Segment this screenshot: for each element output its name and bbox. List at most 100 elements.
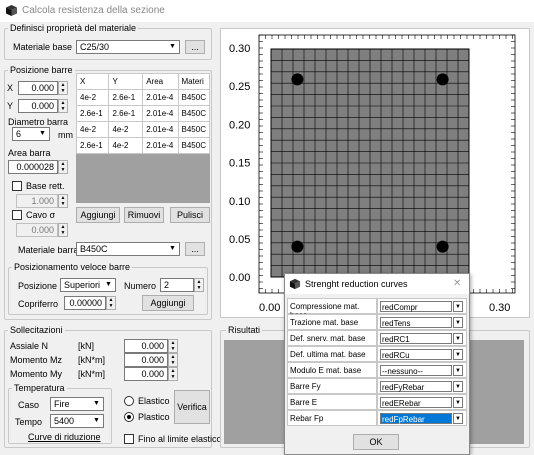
moment-mz-input[interactable]: 0.000 <box>124 353 168 367</box>
table-row[interactable]: 2.6e-1 4e-2 2.01e-4 B450C <box>76 137 210 154</box>
plastic-radio[interactable] <box>124 412 134 422</box>
dialog-row-select[interactable]: --nessuno-- ▼ <box>377 362 467 378</box>
table-cell[interactable]: 2.01e-4 <box>142 89 179 106</box>
clear-bars-button[interactable]: Pulisci <box>170 207 210 223</box>
table-cell[interactable]: 4e-2 <box>108 137 144 154</box>
base-rett-label: Base rett. <box>26 181 65 191</box>
column-header-area[interactable]: Area <box>142 73 179 90</box>
column-header-y[interactable]: Y <box>108 73 144 90</box>
dialog-row-select[interactable]: redFpRebar ▼ <box>377 410 467 426</box>
table-cell[interactable]: 2.6e-1 <box>108 105 144 122</box>
cover-spinner[interactable]: ▲ ▼ <box>106 296 116 310</box>
y-spinner[interactable]: ▲ ▼ <box>58 99 68 113</box>
bars-table-container[interactable]: X Y Area Materi 4e-2 2.6e-1 2.01e-4 B450… <box>76 73 210 203</box>
y-tick-label: 0.05 <box>229 234 250 246</box>
table-row[interactable]: 4e-2 2.6e-1 2.01e-4 B450C <box>76 89 210 106</box>
reduction-curves-link[interactable]: Curve di riduzione <box>28 432 101 442</box>
base-material-select[interactable]: C25/30 ▼ <box>76 40 180 54</box>
y-tick-label: 0.20 <box>229 119 250 131</box>
dialog-row-select[interactable]: redTens ▼ <box>377 314 467 330</box>
rebar-marker <box>291 73 304 86</box>
cavo-input[interactable]: 0.000 <box>16 223 58 237</box>
number-label: Numero <box>124 281 157 291</box>
bar-material-browse-button[interactable]: ... <box>185 242 205 256</box>
y-input[interactable]: 0.000 <box>18 99 58 113</box>
column-header-material[interactable]: Materi <box>177 73 210 90</box>
x-label: X <box>7 83 14 93</box>
dialog-row-select[interactable]: redERebar ▼ <box>377 394 467 410</box>
dialog-row-label: Def. ultima mat. base <box>287 346 377 362</box>
temperature-group-label: Temperatura <box>12 383 67 393</box>
case-select[interactable]: Fire ▼ <box>50 397 104 411</box>
case-value: Fire <box>54 399 70 409</box>
bar-area-input[interactable]: 0.000028 <box>8 160 58 174</box>
bar-diameter-select[interactable]: 6 ▼ <box>12 127 50 141</box>
chevron-down-icon: ▼ <box>453 317 463 328</box>
table-cell[interactable]: 2.01e-4 <box>142 105 179 122</box>
table-cell[interactable]: B450C <box>177 121 210 138</box>
table-cell[interactable]: 2.6e-1 <box>76 105 110 122</box>
window-title: Calcola resistenza della sezione <box>22 5 165 16</box>
base-rett-spinner[interactable]: ▲ ▼ <box>58 194 68 208</box>
bar-diameter-value: 6 <box>16 129 22 139</box>
chevron-down-icon: ▼ <box>453 301 463 312</box>
table-row[interactable]: 2.6e-1 2.6e-1 2.01e-4 B450C <box>76 105 210 122</box>
quick-positioning-label: Posizionamento veloce barre <box>12 262 133 272</box>
elastic-limit-label: Fino al limite elastico <box>138 434 222 444</box>
number-input[interactable]: 2 <box>160 278 194 292</box>
results-group-label: Risultati <box>226 325 263 335</box>
table-cell[interactable]: 2.01e-4 <box>142 137 179 154</box>
position-select[interactable]: Superiori ▼ <box>60 278 116 292</box>
table-cell[interactable]: B450C <box>177 137 210 154</box>
number-spinner[interactable]: ▲ ▼ <box>194 278 204 292</box>
x-tick-label: 0.30 <box>489 302 510 314</box>
dialog-row-value: redFyRebar <box>380 381 452 392</box>
table-cell[interactable]: 2.01e-4 <box>142 121 179 138</box>
x-input[interactable]: 0.000 <box>18 81 58 95</box>
elastic-limit-checkbox[interactable] <box>124 434 134 444</box>
x-spinner[interactable]: ▲ ▼ <box>58 81 68 95</box>
verify-button[interactable]: Verifica <box>174 390 210 424</box>
remove-bar-button[interactable]: Rimuovi <box>124 207 164 223</box>
ok-button[interactable]: OK <box>353 434 399 450</box>
base-material-browse-button[interactable]: ... <box>185 40 205 54</box>
dialog-row-select[interactable]: redCompr ▼ <box>377 298 467 314</box>
dialog-row-select[interactable]: redRCu ▼ <box>377 346 467 362</box>
base-rett-input[interactable]: 1.000 <box>16 194 58 208</box>
y-tick-label: 0.15 <box>229 158 250 170</box>
cover-input[interactable]: 0.00000 <box>64 296 106 310</box>
moment-mz-spinner[interactable]: ▲ ▼ <box>168 353 178 367</box>
cavo-spinner[interactable]: ▲ ▼ <box>58 223 68 237</box>
table-cell[interactable]: 4e-2 <box>76 89 110 106</box>
table-cell[interactable]: 2.6e-1 <box>108 89 144 106</box>
dialog-row-value: redERebar <box>380 397 452 408</box>
bar-material-select[interactable]: B450C ▼ <box>76 242 180 256</box>
quick-add-button[interactable]: Aggiungi <box>142 295 194 311</box>
moment-my-spinner[interactable]: ▲ ▼ <box>168 367 178 381</box>
dialog-row-select[interactable]: redFyRebar ▼ <box>377 378 467 394</box>
cavo-checkbox[interactable] <box>12 210 22 220</box>
axial-spinner[interactable]: ▲ ▼ <box>168 339 178 353</box>
close-icon[interactable]: ✕ <box>453 278 461 289</box>
elastic-radio[interactable] <box>124 396 134 406</box>
axial-input[interactable]: 0.000 <box>124 339 168 353</box>
dialog-title: Strenght reduction curves <box>305 279 408 289</box>
moment-my-input[interactable]: 0.000 <box>124 367 168 381</box>
table-row[interactable]: 4e-2 4e-2 2.01e-4 B450C <box>76 121 210 138</box>
time-select[interactable]: 5400 ▼ <box>50 414 104 428</box>
table-cell[interactable]: B450C <box>177 89 210 106</box>
chevron-down-icon: ▼ <box>453 349 463 360</box>
add-bar-button[interactable]: Aggiungi <box>76 207 120 223</box>
plastic-label: Plastico <box>138 412 170 422</box>
bar-diameter-label: Diametro barra <box>8 117 69 127</box>
column-header-x[interactable]: X <box>76 73 110 90</box>
base-rett-checkbox[interactable] <box>12 181 22 191</box>
bar-area-spinner[interactable]: ▲ ▼ <box>58 160 68 174</box>
table-cell[interactable]: 2.6e-1 <box>76 137 110 154</box>
dialog-row-select[interactable]: redRC1 ▼ <box>377 330 467 346</box>
chevron-down-icon: ▼ <box>93 417 100 424</box>
position-label: Posizione <box>18 281 58 291</box>
table-cell[interactable]: B450C <box>177 105 210 122</box>
table-cell[interactable]: 4e-2 <box>108 121 144 138</box>
table-cell[interactable]: 4e-2 <box>76 121 110 138</box>
